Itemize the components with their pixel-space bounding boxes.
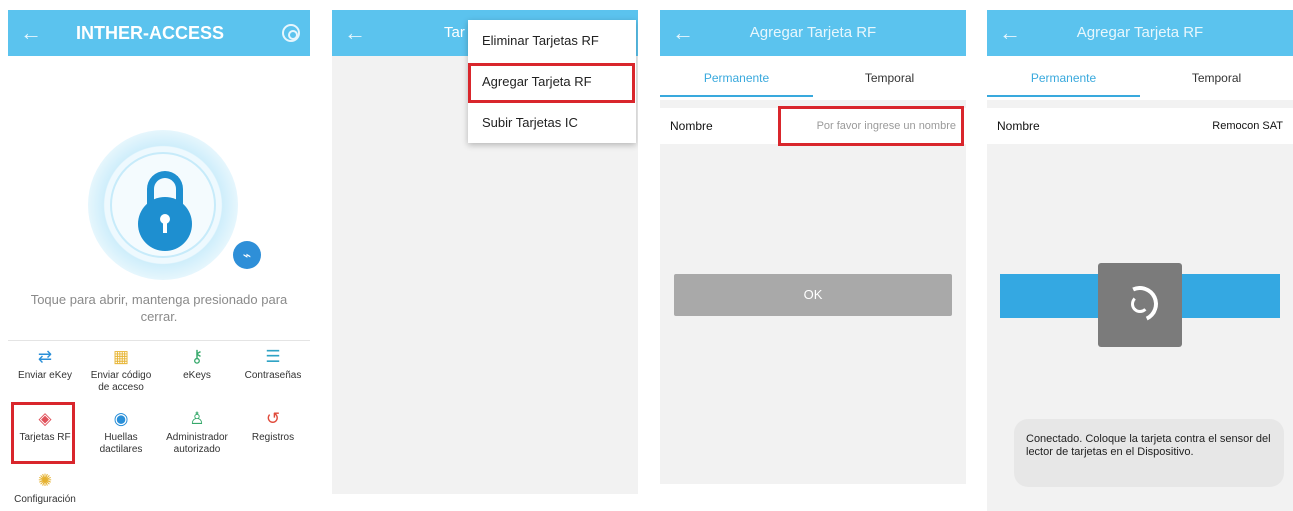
- lock-icon: [110, 152, 216, 258]
- name-label: Nombre: [670, 119, 713, 133]
- settings-icon: ✺: [37, 471, 53, 490]
- grid-label: Enviar código de acceso: [90, 370, 152, 393]
- grid-item-send-passcode[interactable]: ▦ Enviar código de acceso: [84, 346, 158, 394]
- loading-overlay: [1098, 263, 1182, 347]
- menu-item-delete-cards[interactable]: Eliminar Tarjetas RF: [468, 20, 636, 61]
- screen-rf-cards: ← Tar Eliminar Tarjetas RF Agregar Tarje…: [332, 10, 638, 494]
- grid-label: Registros: [251, 432, 295, 443]
- settings-menu-icon[interactable]: [282, 24, 300, 42]
- screen-title: Agregar Tarjeta RF: [1076, 24, 1204, 41]
- tab-permanent[interactable]: Permanente: [987, 56, 1140, 100]
- app-title: INTHER-ACCESS: [76, 23, 225, 43]
- grid-item-fingerprints[interactable]: ◉ Huellas dactilares: [84, 408, 158, 456]
- spinner-inner-icon: [1131, 295, 1149, 313]
- screen-title: Agregar Tarjeta RF: [749, 24, 877, 41]
- records-icon: ↺: [265, 409, 281, 428]
- app-bar: ← Agregar Tarjeta RF: [660, 10, 966, 56]
- menu-item-upload-ic-cards[interactable]: Subir Tarjetas IC: [468, 102, 636, 143]
- tab-temporary[interactable]: Temporal: [1140, 56, 1293, 100]
- screen-add-card-connecting: ← Agregar Tarjeta RF Permanente Temporal…: [987, 10, 1293, 511]
- grid-item-admin[interactable]: ♙ Administrador autorizado: [160, 408, 234, 456]
- grid-item-settings[interactable]: ✺ Configuración: [8, 470, 82, 506]
- grid-label: Administrador autorizado: [166, 432, 228, 455]
- screen-home: ← INTHER-ACCESS ⌁ Toque para abrir, mant…: [8, 10, 310, 511]
- grid-label: Enviar eKey: [18, 370, 72, 381]
- back-arrow-icon[interactable]: ←: [20, 21, 44, 45]
- highlight-rf-cards: [11, 402, 75, 464]
- tab-bar: Permanente Temporal: [987, 56, 1293, 100]
- name-input[interactable]: Remocon SAT: [1212, 108, 1283, 144]
- screen-add-card: ← Agregar Tarjeta RF Permanente Temporal…: [660, 10, 966, 484]
- ok-button[interactable]: OK: [674, 274, 952, 316]
- grid-item-ekeys[interactable]: ⚷ eKeys: [160, 346, 234, 382]
- nfc-icon[interactable]: ⌁: [233, 241, 261, 269]
- grid-label: eKeys: [183, 370, 211, 381]
- grid-label: Configuración: [14, 494, 76, 505]
- screen-title: Tar: [444, 24, 465, 41]
- tab-permanent[interactable]: Permanente: [660, 56, 813, 100]
- tab-temporary[interactable]: Temporal: [813, 56, 966, 100]
- back-arrow-icon[interactable]: ←: [344, 21, 368, 45]
- unlock-button[interactable]: [88, 130, 238, 280]
- highlight-add-card: [468, 63, 635, 103]
- fingerprint-icon: ◉: [113, 409, 129, 428]
- tab-bar: Permanente Temporal: [660, 56, 966, 100]
- grid-label: Contraseñas: [244, 370, 302, 381]
- grid-item-records[interactable]: ↺ Registros: [236, 408, 310, 444]
- passwords-icon: ☰: [265, 347, 281, 366]
- app-bar: ← INTHER-ACCESS: [8, 10, 310, 56]
- app-bar: ← Agregar Tarjeta RF: [987, 10, 1293, 56]
- send-ekey-icon: ⇄: [37, 347, 53, 366]
- keyhole-icon: [160, 214, 170, 233]
- divider: [8, 340, 310, 341]
- grid-label: Huellas dactilares: [99, 432, 143, 455]
- name-label: Nombre: [997, 119, 1040, 133]
- overflow-menu: Eliminar Tarjetas RF Agregar Tarjeta RF …: [468, 20, 636, 143]
- grid-item-send-ekey[interactable]: ⇄ Enviar eKey: [8, 346, 82, 382]
- admin-icon: ♙: [189, 409, 205, 428]
- ekeys-icon: ⚷: [190, 347, 204, 366]
- highlight-name-input: [778, 106, 964, 146]
- name-row: Nombre Remocon SAT: [987, 108, 1293, 144]
- status-toast: Conectado. Coloque la tarjeta contra el …: [1014, 419, 1284, 487]
- passcode-icon: ▦: [112, 347, 130, 366]
- unlock-hint: Toque para abrir, mantenga presionado pa…: [30, 292, 288, 324]
- grid-item-passwords[interactable]: ☰ Contraseñas: [236, 346, 310, 382]
